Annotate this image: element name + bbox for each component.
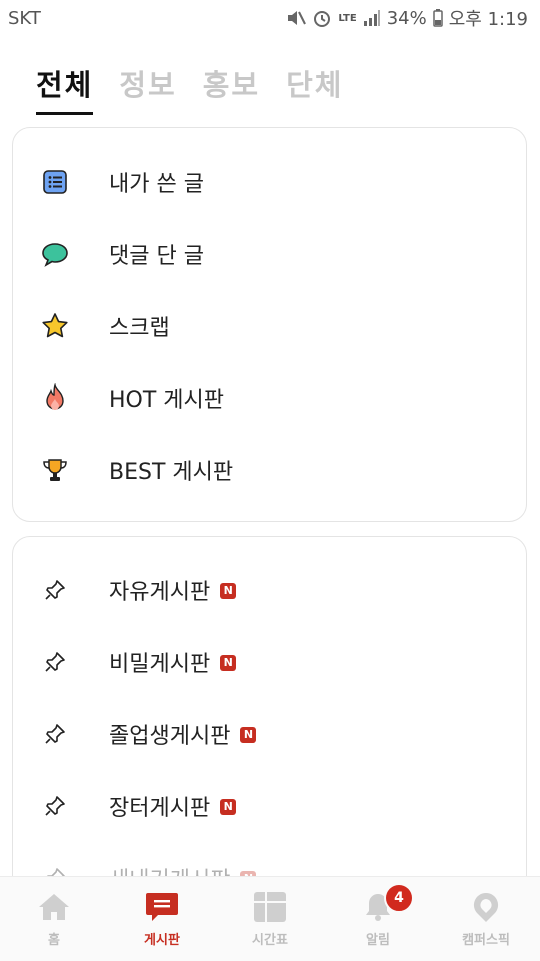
nav-label: 알림 — [366, 933, 390, 948]
board-label: 졸업생게시판 N — [109, 718, 257, 750]
tab-info[interactable]: 정보 — [119, 62, 176, 115]
signal-icon — [363, 9, 381, 27]
carrier-label: SKT — [8, 7, 41, 29]
new-badge: N — [220, 799, 237, 815]
menu-item-label: BEST 게시판 — [109, 460, 234, 485]
my-menu-card: 내가 쓴 글 댓글 단 글 스크랩 HOT 게시판 BEST 게시판 — [12, 127, 527, 522]
status-bar: SKT LTE 34% 오후 1:19 — [0, 0, 540, 36]
new-badge: N — [220, 655, 237, 671]
clock-label: 오후 1:19 — [448, 9, 528, 30]
nav-label: 캠퍼스픽 — [462, 933, 510, 948]
board-item-market[interactable]: 장터게시판 N — [13, 776, 526, 836]
nav-alerts[interactable]: 4 알림 — [324, 877, 432, 961]
menu-item-commented[interactable]: 댓글 단 글 — [13, 224, 526, 284]
battery-percent: 34% — [386, 7, 427, 29]
board-item-free[interactable]: 자유게시판 N — [13, 560, 526, 620]
board-label: 자유게시판 N — [109, 574, 237, 606]
fire-icon — [40, 383, 70, 413]
comment-icon — [40, 239, 70, 269]
tab-all[interactable]: 전체 — [36, 62, 94, 115]
list-icon — [40, 167, 70, 197]
nav-board[interactable]: 게시판 — [108, 877, 216, 961]
nav-timetable[interactable]: 시간표 — [216, 877, 324, 961]
network-label: LTE — [338, 12, 357, 24]
board-item-secret[interactable]: 비밀게시판 N — [13, 632, 526, 692]
battery-icon — [432, 9, 443, 27]
nav-home[interactable]: 홈 — [0, 877, 108, 961]
home-icon — [39, 894, 69, 920]
bottom-nav: 홈 게시판 시간표 4 알림 캠퍼스픽 — [0, 876, 540, 961]
alert-count-badge: 4 — [384, 883, 414, 913]
tab-group[interactable]: 단체 — [286, 62, 343, 115]
status-icons: LTE 34% 오후 1:19 — [286, 5, 528, 31]
menu-item-label: HOT 게시판 — [109, 388, 225, 413]
nav-label: 홈 — [48, 933, 60, 948]
pin-icon[interactable] — [40, 719, 70, 749]
trophy-icon — [40, 455, 70, 485]
pin-icon[interactable] — [40, 575, 70, 605]
menu-item-scrap[interactable]: 스크랩 — [13, 296, 526, 356]
alarm-icon — [312, 8, 332, 28]
nav-label: 시간표 — [252, 933, 288, 948]
new-badge: N — [220, 583, 237, 599]
tab-promo[interactable]: 홍보 — [203, 62, 260, 115]
new-badge: N — [240, 727, 257, 743]
category-tabs: 전체 정보 홍보 단체 — [36, 62, 344, 115]
pin-icon[interactable] — [40, 647, 70, 677]
menu-item-label: 스크랩 — [109, 316, 170, 341]
menu-item-best-board[interactable]: BEST 게시판 — [13, 440, 526, 500]
campuspick-icon — [473, 892, 499, 922]
menu-item-label: 댓글 단 글 — [109, 244, 204, 269]
nav-campuspick[interactable]: 캠퍼스픽 — [432, 877, 540, 961]
board-label: 비밀게시판 N — [109, 646, 237, 678]
pin-icon[interactable] — [40, 791, 70, 821]
timetable-icon — [254, 892, 286, 922]
board-item-graduate[interactable]: 졸업생게시판 N — [13, 704, 526, 764]
board-icon — [146, 893, 178, 921]
mute-icon — [286, 9, 307, 27]
menu-item-my-posts[interactable]: 내가 쓴 글 — [13, 152, 526, 212]
menu-item-hot-board[interactable]: HOT 게시판 — [13, 368, 526, 428]
menu-item-label: 내가 쓴 글 — [109, 172, 204, 197]
nav-label: 게시판 — [144, 933, 180, 948]
board-label: 장터게시판 N — [109, 790, 237, 822]
star-icon — [40, 311, 70, 341]
